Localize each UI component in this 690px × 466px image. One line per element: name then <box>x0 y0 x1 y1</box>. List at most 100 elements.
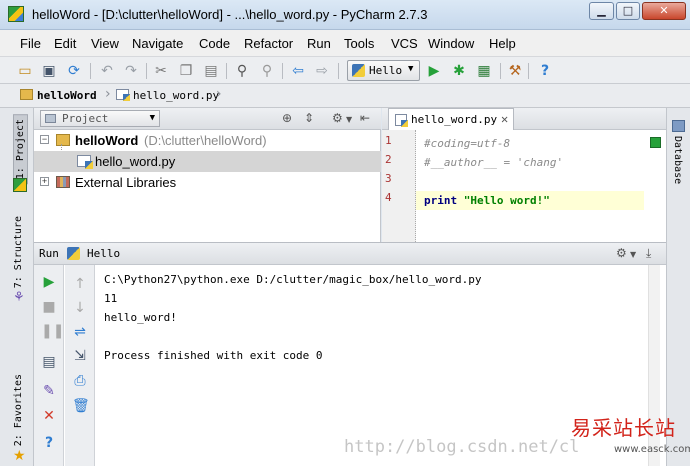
menu-edit[interactable]: Edit <box>54 36 76 51</box>
code-line[interactable]: #__author__ = 'chang' <box>416 153 644 172</box>
pycharm-app-icon <box>8 6 24 22</box>
close-tab-icon[interactable]: ✕ <box>501 112 508 126</box>
tree-item-project-root[interactable]: − helloWord (D:\clutter\helloWord) <box>34 130 381 151</box>
project-view-select[interactable]: Project ▼ <box>40 110 160 127</box>
menu-refactor[interactable]: Refactor <box>244 36 293 51</box>
hide-panel-icon[interactable]: ⇤ <box>360 111 370 125</box>
menu-run[interactable]: Run <box>307 36 331 51</box>
expand-icon[interactable]: + <box>40 177 49 186</box>
arrow-up-icon[interactable]: ↑ <box>72 276 88 292</box>
python-file-icon <box>116 89 130 101</box>
main-toolbar: ▭ ▣ ⟳ ↶ ↷ ✂ ❐ ▤ ⚲ ⚲ ⇦ ⇨ Hello ▼ ▶ ✱ ▦ ⚒ … <box>0 56 690 84</box>
layout-icon[interactable]: ▤ <box>41 354 57 370</box>
help-icon[interactable]: ? <box>536 62 554 80</box>
replace-icon[interactable]: ⚲ <box>258 62 276 80</box>
console-line: hello_word! <box>104 311 177 324</box>
trash-icon[interactable]: 🗑 <box>72 398 90 414</box>
pin-icon[interactable]: ✎ <box>41 383 57 399</box>
libraries-icon <box>56 176 70 188</box>
code-line[interactable]: #coding=utf-8 <box>416 134 644 153</box>
run-icon[interactable]: ▶ <box>425 62 443 80</box>
soft-wrap-icon[interactable]: ⇌ <box>72 324 88 340</box>
line-number: 2 <box>385 153 392 166</box>
menu-help[interactable]: Help <box>489 36 516 51</box>
settings-icon[interactable]: ⚒ <box>506 62 524 80</box>
project-view-icon <box>45 114 56 123</box>
copy-icon[interactable]: ❐ <box>177 62 195 80</box>
collapse-icon[interactable]: − <box>40 135 49 144</box>
tree-item-external-libraries[interactable]: + External Libraries <box>34 172 381 193</box>
find-icon[interactable]: ⚲ <box>233 62 251 80</box>
forward-icon[interactable]: ⇨ <box>313 62 331 80</box>
close-icon[interactable]: ✕ <box>41 408 57 424</box>
tab-hello-word-py[interactable]: hello_word.py ✕ <box>388 108 514 130</box>
menu-window[interactable]: Window <box>428 36 474 51</box>
breadcrumb: helloWord › hello_word.py › <box>0 84 690 108</box>
toolbar-separator <box>338 63 339 79</box>
console-line: C:\Python27\python.exe D:/clutter/magic_… <box>104 273 482 286</box>
hide-panel-icon[interactable]: ⤓ <box>646 246 651 261</box>
tab-structure[interactable]: 7: Structure <box>13 216 24 288</box>
structure-icon[interactable]: ⚘ <box>13 290 27 305</box>
print-icon[interactable]: ⎙ <box>72 373 88 389</box>
run-configuration-select[interactable]: Hello ▼ <box>347 60 420 81</box>
tree-item-label: helloWord <box>75 133 139 148</box>
python-file-icon <box>77 155 93 169</box>
scroll-to-end-icon[interactable]: ⇲ <box>72 348 88 364</box>
code-line-current[interactable]: print "Hello word!" <box>416 191 644 210</box>
tab-database[interactable]: Database <box>672 136 683 184</box>
title-bar: helloWord - [D:\clutter\helloWord] - ...… <box>0 0 690 30</box>
sync-icon[interactable]: ⟳ <box>65 62 83 80</box>
stop-icon[interactable]: ■ <box>41 299 57 315</box>
menu-tools[interactable]: Tools <box>344 36 374 51</box>
star-icon[interactable]: ★ <box>13 448 27 464</box>
console-line: Process finished with exit code 0 <box>104 349 323 362</box>
toolbar-separator <box>500 63 501 79</box>
help-icon[interactable]: ? <box>41 435 57 451</box>
code-line[interactable] <box>416 172 644 191</box>
chevron-down-icon: ▼ <box>408 64 414 74</box>
line-number: 4 <box>385 191 392 204</box>
chevron-right-icon: › <box>105 86 111 102</box>
coverage-icon[interactable]: ▦ <box>475 62 493 80</box>
chevron-right-icon: › <box>216 86 222 102</box>
chevron-down-icon[interactable]: ▼ <box>346 115 352 124</box>
minimize-button[interactable]: ▁ <box>589 2 614 20</box>
menu-code[interactable]: Code <box>199 36 230 51</box>
gear-icon[interactable]: ⚙ <box>332 111 343 125</box>
menu-view[interactable]: View <box>91 36 119 51</box>
undo-icon[interactable]: ↶ <box>98 62 116 80</box>
collapse-all-icon[interactable]: ⇕ <box>304 111 314 125</box>
debug-icon[interactable]: ✱ <box>450 62 468 80</box>
tab-project[interactable]: 1: Project <box>13 114 28 185</box>
project-tool-icon[interactable] <box>13 178 27 192</box>
breadcrumb-project[interactable]: helloWord <box>20 86 97 106</box>
chevron-down-icon[interactable]: ▼ <box>630 250 636 259</box>
scroll-from-source-icon[interactable]: ⊕ <box>282 111 292 125</box>
arrow-down-icon[interactable]: ↓ <box>72 300 88 316</box>
save-icon[interactable]: ▣ <box>40 62 58 80</box>
watermark-site-name: 易采站长站 <box>571 416 676 440</box>
gear-icon[interactable]: ⚙ <box>616 246 627 260</box>
menu-file[interactable]: File <box>20 36 41 51</box>
close-button[interactable]: ✕ <box>642 2 686 20</box>
breadcrumb-file[interactable]: hello_word.py <box>116 86 219 106</box>
menu-navigate[interactable]: Navigate <box>132 36 183 51</box>
tree-item-file[interactable]: hello_word.py <box>34 151 381 172</box>
rerun-icon[interactable]: ▶ <box>41 274 57 290</box>
paste-icon[interactable]: ▤ <box>202 62 220 80</box>
cut-icon[interactable]: ✂ <box>152 62 170 80</box>
pause-icon[interactable]: ❚❚ <box>41 323 64 339</box>
watermark-url: http://blog.csdn.net/cl <box>344 437 580 457</box>
tab-favorites[interactable]: 2: Favorites <box>13 374 24 446</box>
back-icon[interactable]: ⇦ <box>289 62 307 80</box>
run-actions-toolbar: ▶ ■ ❚❚ ▤ ✎ ✕ ? <box>34 265 64 466</box>
maximize-button[interactable]: □ <box>616 2 640 20</box>
redo-icon[interactable]: ↷ <box>122 62 140 80</box>
line-number: 3 <box>385 172 392 185</box>
run-config-tab[interactable]: Hello <box>87 247 120 260</box>
database-icon[interactable] <box>672 120 685 132</box>
menu-vcs[interactable]: VCS <box>391 36 418 51</box>
inspection-ok-icon[interactable] <box>650 137 661 148</box>
open-folder-icon[interactable]: ▭ <box>16 62 34 80</box>
